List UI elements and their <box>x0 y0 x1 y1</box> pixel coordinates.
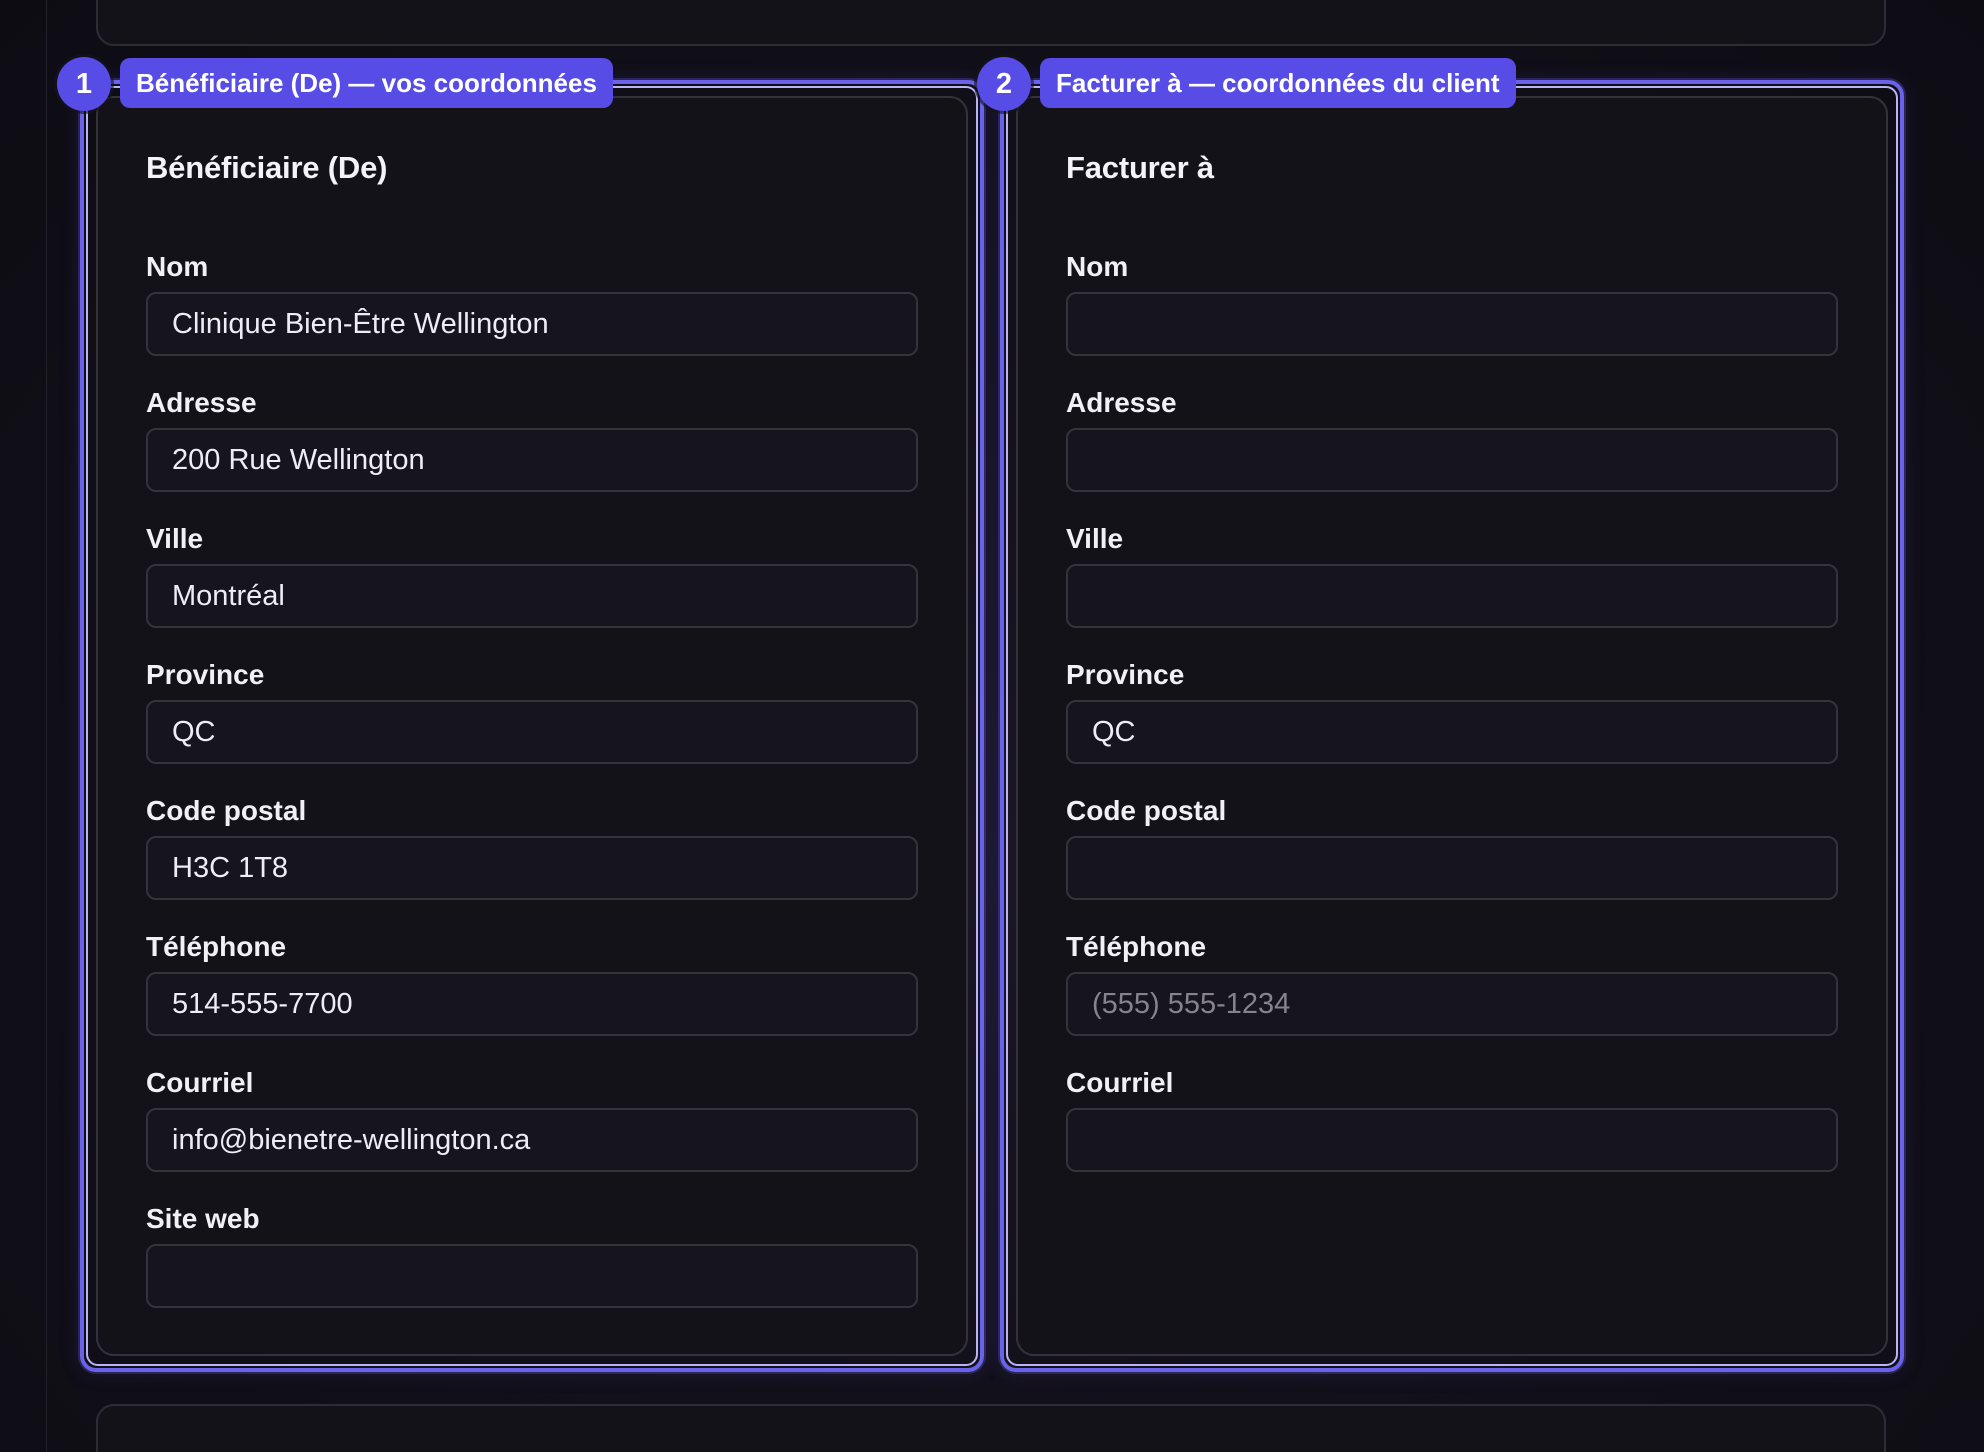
to-email-input[interactable] <box>1066 1108 1838 1172</box>
left-rail-divider <box>46 0 47 1452</box>
to-address-label: Adresse <box>1066 387 1177 418</box>
from-postal-input[interactable] <box>146 836 918 900</box>
to-name-input[interactable] <box>1066 292 1838 356</box>
from-card: Bénéficiaire (De) Nom Adresse Ville Prov… <box>96 96 968 1356</box>
to-postal-input[interactable] <box>1066 836 1838 900</box>
from-address-label: Adresse <box>146 387 257 418</box>
from-card-title: Bénéficiaire (De) <box>146 150 388 185</box>
from-address-input[interactable] <box>146 428 918 492</box>
from-email-input[interactable] <box>146 1108 918 1172</box>
from-city-label: Ville <box>146 523 204 554</box>
to-card: Facturer à Nom Adresse Ville Province Co… <box>1016 96 1888 1356</box>
from-website-input[interactable] <box>146 1244 918 1308</box>
to-name-label: Nom <box>1066 251 1129 282</box>
to-city-input[interactable] <box>1066 564 1838 628</box>
annotation-number-2: 2 <box>977 57 1031 111</box>
previous-section-card <box>96 0 1886 46</box>
to-phone-input[interactable] <box>1066 972 1838 1036</box>
annotation-label-1: Bénéficiaire (De) — vos coordonnées <box>120 58 613 108</box>
to-city-label: Ville <box>1066 523 1124 554</box>
to-card-title: Facturer à <box>1066 150 1214 185</box>
annotation-label-2: Facturer à — coordonnées du client <box>1040 58 1516 108</box>
to-postal-label: Code postal <box>1066 795 1227 826</box>
from-email-label: Courriel <box>146 1067 254 1098</box>
to-address-input[interactable] <box>1066 428 1838 492</box>
to-province-label: Province <box>1066 659 1185 690</box>
next-section-card <box>96 1404 1886 1452</box>
from-province-input[interactable] <box>146 700 918 764</box>
from-name-input[interactable] <box>146 292 918 356</box>
from-phone-label: Téléphone <box>146 931 287 962</box>
from-website-label: Site web <box>146 1203 260 1234</box>
to-phone-label: Téléphone <box>1066 931 1207 962</box>
to-email-label: Courriel <box>1066 1067 1174 1098</box>
from-city-input[interactable] <box>146 564 918 628</box>
from-postal-label: Code postal <box>146 795 307 826</box>
from-phone-input[interactable] <box>146 972 918 1036</box>
from-province-label: Province <box>146 659 265 690</box>
from-name-label: Nom <box>146 251 209 282</box>
annotation-number-1: 1 <box>57 57 111 111</box>
invoice-editor-page: 1 Bénéficiaire (De) — vos coordonnées 2 … <box>0 0 1984 1452</box>
to-province-input[interactable] <box>1066 700 1838 764</box>
